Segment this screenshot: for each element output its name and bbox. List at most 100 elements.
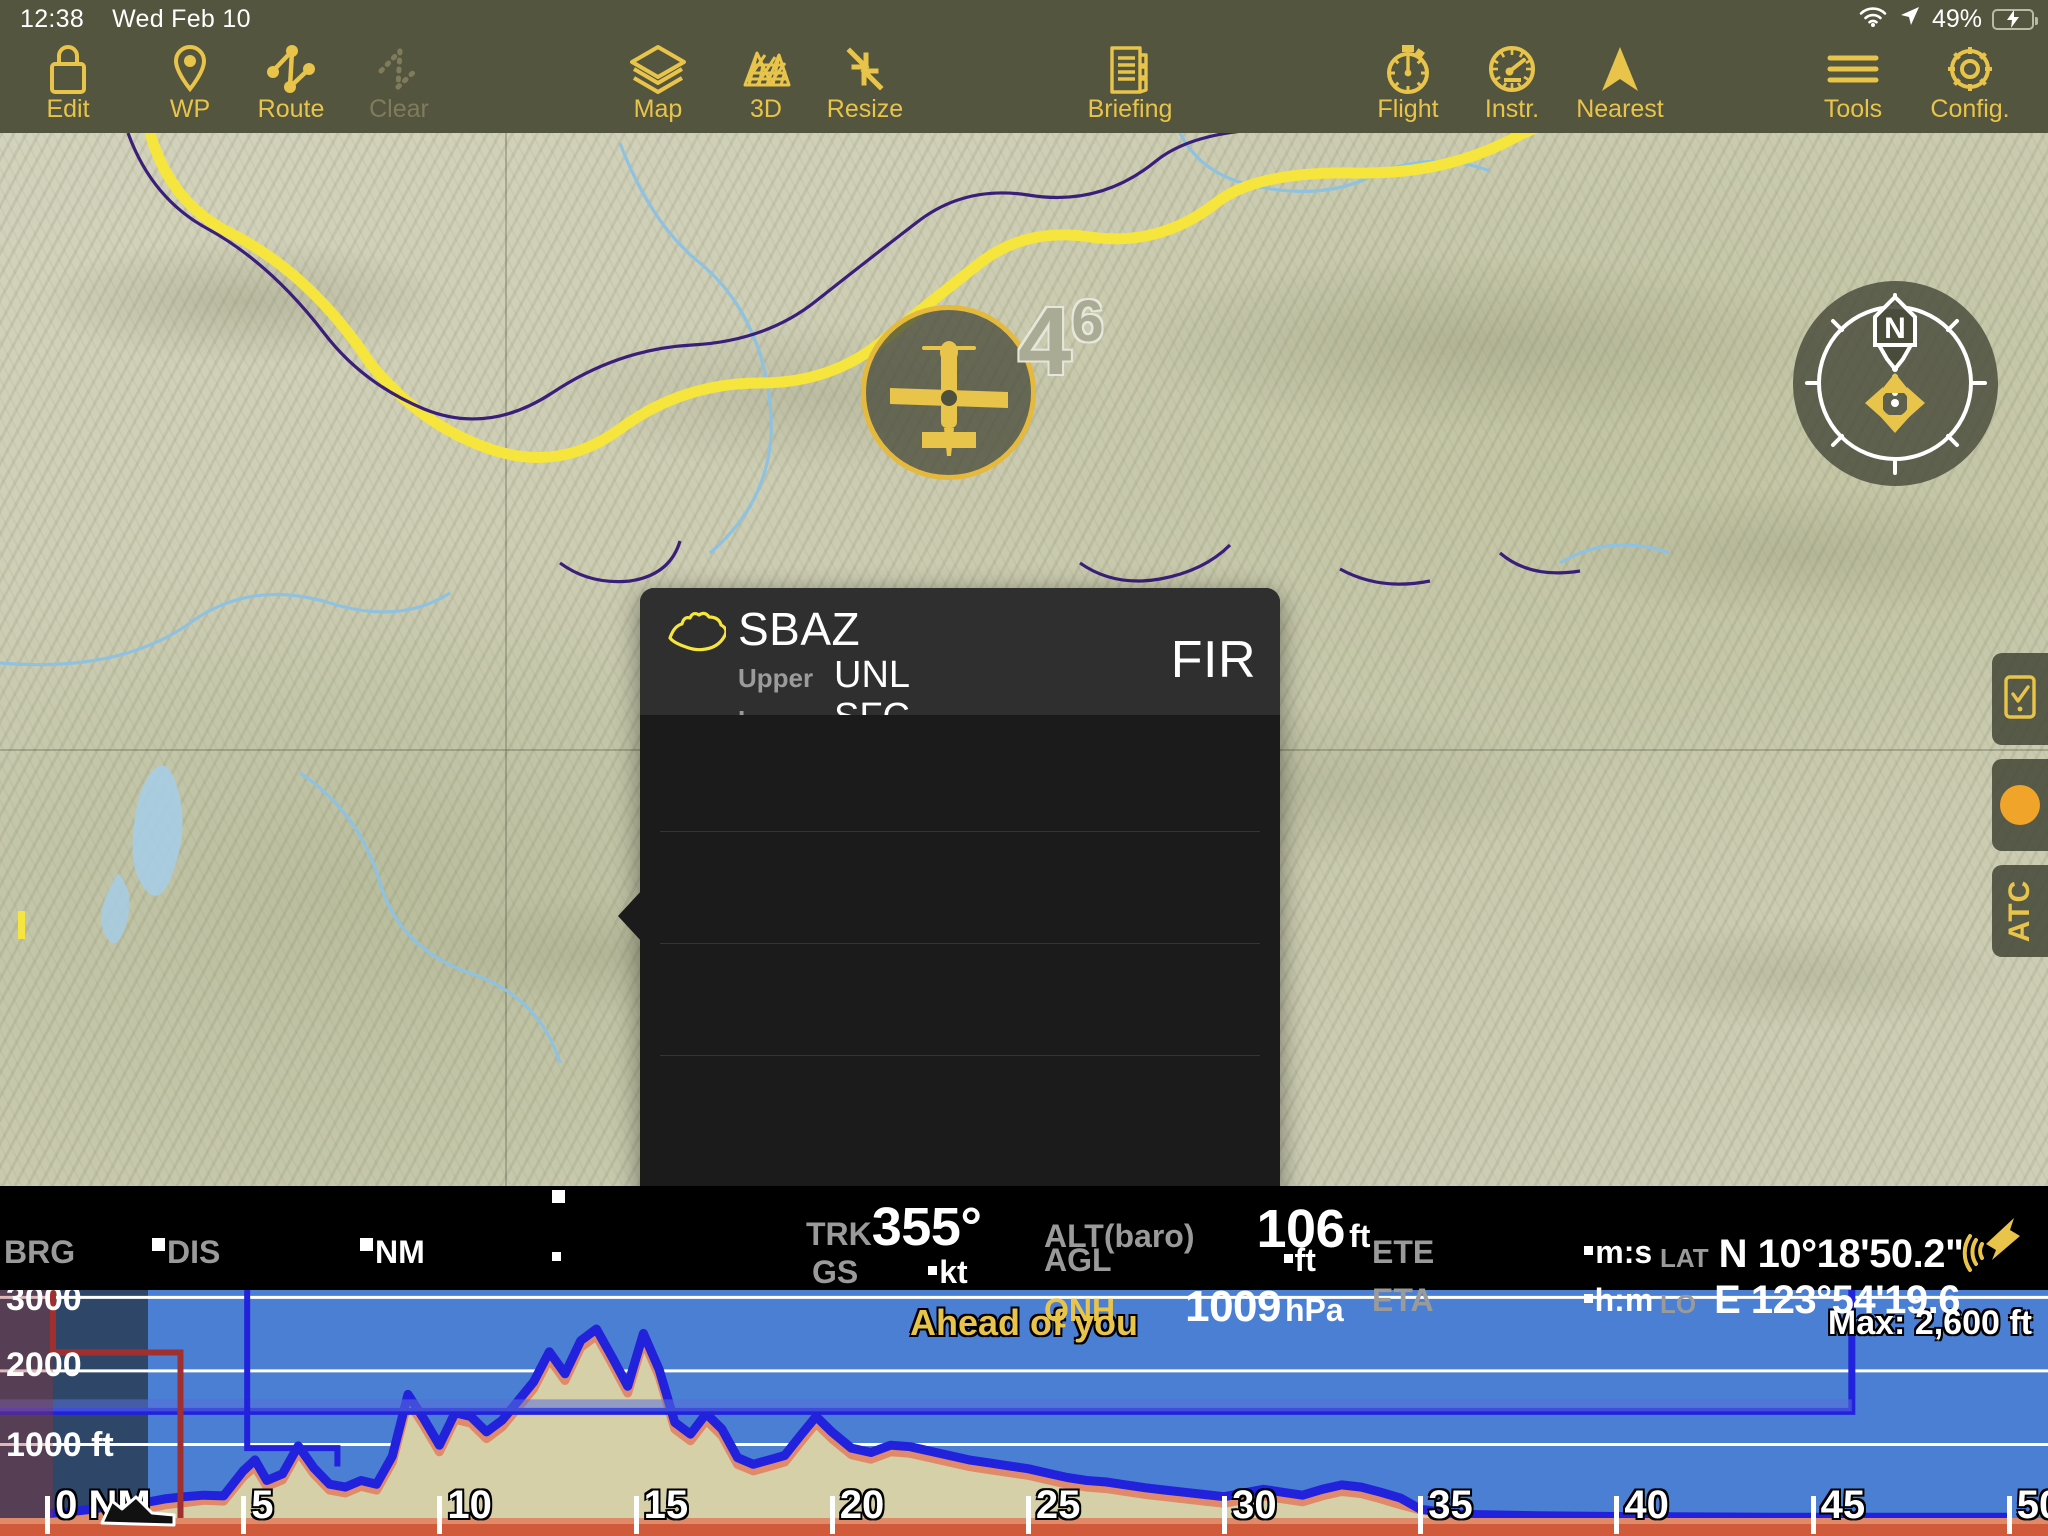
profile-x-tick — [1418, 1496, 1424, 1534]
profile-x-tick-label: 45 — [1820, 1483, 1866, 1527]
popup-header: SBAZ Upper UNL Lower SFC FIR — [640, 588, 1280, 738]
data-dis: DIS — [152, 1234, 220, 1271]
map-pin-icon — [168, 41, 212, 97]
alt-unit: ft — [1349, 1218, 1371, 1254]
briefing-icon — [1103, 41, 1157, 97]
aircraft-icon[interactable] — [861, 305, 1036, 480]
airspace-info-popup[interactable]: SBAZ Upper UNL Lower SFC FIR — [618, 588, 1280, 1186]
terrain-profile-view[interactable]: 3000 2000 1000 ft Ahead of you Max: 2,60… — [0, 1290, 2048, 1536]
dis-unit-nodata-indicator — [360, 1238, 373, 1251]
battery-charging-icon — [1992, 8, 2038, 30]
data-spare-top — [552, 1190, 567, 1215]
moving-map[interactable]: 46 N ATC SBAZ Upper UNL FIR — [0, 133, 2048, 1186]
toolbar-button-map[interactable]: Map — [608, 38, 708, 133]
profile-x-tick-label: 20 — [839, 1483, 885, 1527]
toolbar-button-edit[interactable]: Edit — [20, 38, 116, 133]
popup-title: SBAZ — [738, 603, 861, 655]
toolbar-button-flight[interactable]: Flight — [1348, 38, 1468, 133]
toolbar-label-edit: Edit — [46, 95, 90, 123]
profile-x-tick — [1025, 1496, 1031, 1534]
toolbar-button-config[interactable]: Config. — [1900, 38, 2040, 133]
clear-route-icon — [372, 41, 426, 97]
data-gs: GS kt — [812, 1254, 968, 1291]
spare-top-nodata-indicator — [552, 1190, 565, 1203]
lon-value: E 123°54'19.6 — [1714, 1278, 1960, 1322]
data-brg: BRG — [4, 1234, 85, 1271]
profile-x-tick-label: 25 — [1035, 1483, 1081, 1527]
lat-value: N 10°18'50.2" — [1718, 1232, 1964, 1276]
toolbar-button-tools[interactable]: Tools — [1798, 38, 1908, 133]
toolbar-label-nearest: Nearest — [1576, 95, 1664, 123]
dis-label: DIS — [167, 1234, 221, 1270]
eta-label: ETA — [1372, 1282, 1434, 1318]
toolbar-button-resize[interactable]: Resize — [800, 38, 930, 133]
toolbar-button-wp[interactable]: WP — [142, 38, 238, 133]
toolbar-button-nearest[interactable]: Nearest — [1545, 38, 1695, 133]
qnh-label: QNH — [1044, 1292, 1116, 1328]
flight-data-strip: BRG DIS NM TRK 355° GS kt ALT(baro) 106 … — [0, 1186, 2048, 1331]
toolbar-label-instr: Instr. — [1484, 95, 1540, 123]
data-spare-bottom — [552, 1252, 563, 1269]
profile-x-tick — [829, 1496, 835, 1534]
agl-label: AGL — [1044, 1242, 1112, 1278]
route-icon — [264, 41, 318, 97]
atc-button[interactable]: ATC — [1992, 865, 2048, 957]
battery-percent: 49% — [1931, 4, 1982, 33]
ete-nodata-indicator — [1584, 1246, 1595, 1268]
hamburger-icon — [1822, 41, 1884, 97]
stopwatch-icon — [1380, 41, 1436, 97]
toolbar-label-resize: Resize — [826, 95, 904, 123]
lat-label: LAT — [1660, 1243, 1709, 1273]
qnh-unit: hPa — [1285, 1292, 1344, 1328]
toolbar-button-briefing[interactable]: Briefing — [1060, 38, 1200, 133]
toolbar-label-route: Route — [257, 95, 325, 123]
nav-arrow-icon — [1595, 41, 1645, 97]
toolbar-button-clear[interactable]: Clear — [344, 38, 454, 133]
toolbar-label-3d: 3D — [750, 95, 782, 123]
atc-label: ATC — [2003, 879, 2036, 943]
profile-x-tick — [1810, 1496, 1816, 1534]
data-trk: TRK 355° — [806, 1196, 982, 1258]
terrain-3d-icon — [735, 41, 797, 97]
ete-unit: m:s — [1595, 1234, 1653, 1270]
trk-label: TRK — [806, 1216, 872, 1252]
gs-nodata-indicator — [928, 1266, 939, 1288]
popup-body[interactable] — [640, 715, 1280, 1186]
toolbar-button-route[interactable]: Route — [236, 38, 346, 133]
toolbar-label-tools: Tools — [1823, 95, 1883, 123]
dis-unit: NM — [375, 1234, 425, 1270]
compass-rose-icon[interactable]: N — [1793, 281, 1998, 486]
popup-upper-value: UNL — [834, 654, 911, 696]
data-lon: LO E 123°54'19.6 — [1660, 1278, 1960, 1323]
svg-text:N: N — [1884, 312, 1906, 345]
profile-aircraft-icon — [96, 1489, 180, 1534]
profile-ylabel-1000: 1000 ft — [6, 1426, 114, 1464]
brg-label: BRG — [4, 1234, 76, 1270]
toolbar-label-wp: WP — [169, 95, 211, 123]
map-right-rail: ATC — [1992, 653, 2048, 971]
wifi-icon — [1858, 5, 1888, 34]
profile-x-tick-label: 5 — [251, 1483, 274, 1527]
eta-unit: h:m — [1594, 1282, 1654, 1318]
orange-dot-icon — [2000, 785, 2040, 825]
lon-label: LO — [1660, 1289, 1697, 1319]
profile-x-tick-label: 30 — [1232, 1483, 1277, 1527]
checklist-button[interactable] — [1992, 653, 2048, 745]
toolbar-label-config: Config. — [1930, 95, 2010, 123]
agl-unit: ft — [1294, 1242, 1316, 1278]
resize-icon — [836, 41, 894, 97]
qnh-value: 1009 — [1185, 1282, 1281, 1331]
dis-nodata-indicator — [152, 1238, 165, 1251]
layers-icon — [627, 41, 689, 97]
trk-value: 355° — [871, 1197, 982, 1257]
data-ete: ETE m:s — [1372, 1234, 1652, 1271]
profile-x-axis: 0 NM5101520253035404550 — [0, 1482, 2048, 1534]
traffic-button[interactable] — [1992, 759, 2048, 851]
eta-nodata-indicator — [1583, 1294, 1595, 1316]
popup-airspace-class: FIR — [1170, 631, 1256, 689]
spare-bottom-nodata-indicator — [552, 1252, 561, 1261]
ete-label: ETE — [1372, 1234, 1435, 1270]
tablet-check-icon — [2003, 674, 2037, 725]
status-time: 12:38 — [20, 4, 85, 33]
toolbar-label-clear: Clear — [369, 95, 429, 123]
